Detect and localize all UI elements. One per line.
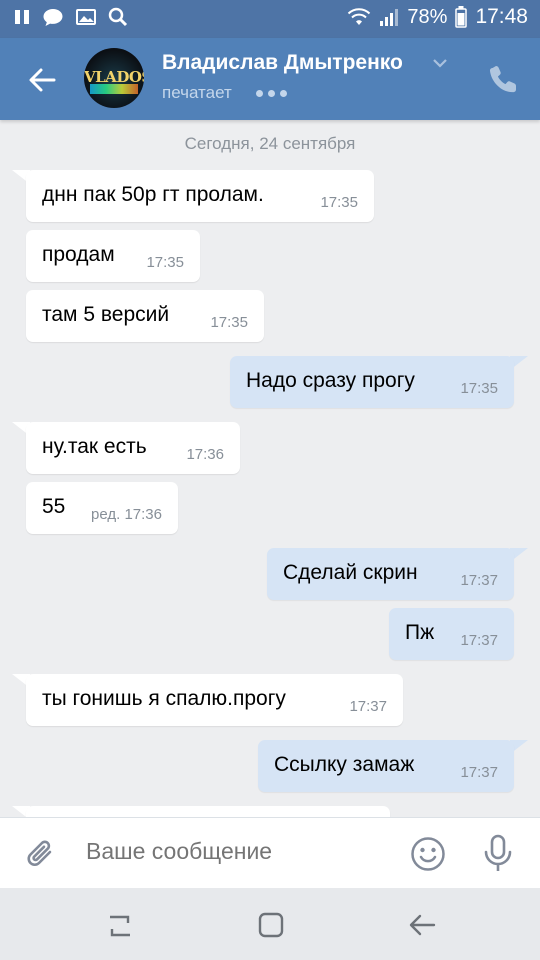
message-text: Ссылку замаж bbox=[274, 753, 415, 776]
notification-icons bbox=[14, 7, 128, 27]
message-outgoing[interactable]: Надо сразу прогу 17:35 bbox=[230, 356, 514, 408]
signal-icon bbox=[380, 9, 399, 26]
recent-apps-icon[interactable] bbox=[106, 914, 134, 938]
home-icon[interactable] bbox=[258, 912, 284, 938]
message-edited-time: ред. 17:36 bbox=[91, 506, 162, 523]
message-input[interactable] bbox=[86, 838, 376, 865]
message-text: ну.так есть bbox=[42, 435, 147, 458]
message-time: 17:37 bbox=[460, 632, 498, 649]
battery-percent: 78% bbox=[407, 5, 448, 28]
message-incoming[interactable]: ты гонишь я спалю.прогу 17:37 bbox=[26, 674, 403, 726]
message-text: там 5 версий bbox=[42, 303, 170, 326]
message-text: продам bbox=[42, 243, 115, 266]
android-nav-bar bbox=[0, 888, 540, 960]
message-incoming[interactable]: 55 ред. 17:36 bbox=[26, 482, 178, 534]
message-time: 17:37 bbox=[460, 764, 498, 781]
paperclip-icon[interactable] bbox=[24, 836, 58, 872]
status-bar: 78% 17:48 bbox=[0, 0, 540, 38]
clock: 17:48 bbox=[475, 5, 528, 28]
message-composer bbox=[0, 817, 540, 888]
chat-header: VLADOS Владислав Дмытренко печатает bbox=[0, 38, 540, 120]
message-time: 17:35 bbox=[460, 380, 498, 397]
message-time: 17:35 bbox=[320, 194, 358, 211]
message-incoming[interactable]: там 5 версий 17:35 bbox=[26, 290, 264, 342]
chevron-down-icon[interactable] bbox=[432, 57, 448, 69]
phone-icon[interactable] bbox=[488, 62, 522, 96]
message-time: 17:37 bbox=[460, 572, 498, 589]
typing-indicator bbox=[256, 90, 287, 97]
pause-icon bbox=[15, 10, 29, 24]
message-incoming[interactable]: ну.так есть 17:36 bbox=[26, 422, 240, 474]
message-incoming[interactable]: днн пак 50р гт пролам. 17:35 bbox=[26, 170, 374, 222]
system-status: 78% 17:48 bbox=[347, 5, 528, 29]
avatar[interactable]: VLADOS bbox=[84, 48, 144, 108]
message-time: 17:36 bbox=[186, 446, 224, 463]
message-text: 55 bbox=[42, 495, 66, 518]
message-text: Надо сразу прогу bbox=[246, 369, 415, 392]
mic-icon[interactable] bbox=[482, 834, 514, 874]
back-arrow-icon[interactable] bbox=[24, 62, 60, 98]
message-incoming[interactable]: продам 17:35 bbox=[26, 230, 200, 282]
message-text: Сделай скрин bbox=[283, 561, 418, 584]
message-outgoing[interactable]: Сделай скрин 17:37 bbox=[267, 548, 514, 600]
chat-icon bbox=[43, 9, 63, 26]
message-outgoing[interactable]: Пж 17:37 bbox=[389, 608, 514, 660]
contact-name[interactable]: Владислав Дмытренко bbox=[162, 51, 403, 75]
message-text: ты гонишь я спалю.прогу bbox=[42, 687, 286, 710]
avatar-logo-text: VLADOS bbox=[84, 68, 144, 86]
nav-back-icon[interactable] bbox=[408, 912, 436, 938]
message-time: 17:35 bbox=[146, 254, 184, 271]
search-icon bbox=[108, 7, 128, 27]
message-time: 17:37 bbox=[349, 698, 387, 715]
wifi-icon bbox=[348, 8, 371, 25]
message-outgoing[interactable]: Ссылку замаж 17:37 bbox=[258, 740, 514, 792]
date-separator: Сегодня, 24 сентября bbox=[184, 134, 356, 153]
image-icon bbox=[76, 9, 96, 25]
emoji-icon[interactable] bbox=[410, 836, 446, 872]
message-time: 17:35 bbox=[210, 314, 248, 331]
battery-icon bbox=[455, 6, 468, 28]
message-text: днн пак 50р гт пролам. bbox=[42, 183, 264, 206]
typing-status: печатает bbox=[162, 83, 232, 102]
message-text: Пж bbox=[405, 621, 435, 644]
